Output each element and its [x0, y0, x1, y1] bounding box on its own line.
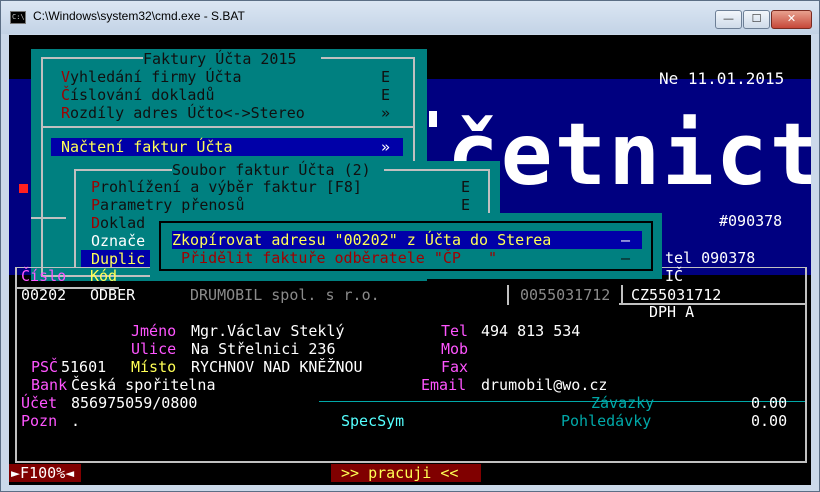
- menu-item-label: Zkopírovat adresu "00202" z Účta do Ster…: [172, 231, 552, 249]
- dic-value[interactable]: CZ55031712: [631, 286, 721, 304]
- hotkey: P: [91, 196, 101, 214]
- menu-item-label: znače: [100, 232, 146, 250]
- hotkey: N: [61, 138, 71, 156]
- menu-item-label: ačtení faktur Účta: [70, 138, 233, 156]
- ucet-label: Účet: [21, 394, 58, 412]
- menu-item-label: rohlížení a výběr faktur [F8]: [100, 178, 362, 196]
- psc-value[interactable]: 51601: [61, 358, 106, 376]
- console-area: Ne 11.01.2015 četnictví #090378 tel 0903…: [9, 35, 811, 485]
- jmeno-label: Jméno: [131, 322, 177, 340]
- menu-item-label: arametry přenosů: [100, 196, 245, 214]
- menu-item-key: E: [461, 196, 471, 214]
- red-marker: [19, 184, 28, 193]
- menu-item-vyhledani[interactable]: V yhledání firmy Účta E: [61, 68, 401, 86]
- hotkey: O: [91, 232, 101, 250]
- cislo-value[interactable]: 00202: [21, 286, 66, 304]
- status-working: >> pracuji <<: [331, 464, 481, 482]
- menu-item-key: –: [621, 231, 631, 249]
- dph-label: DPH A: [649, 303, 695, 321]
- email-label: Email: [421, 376, 467, 394]
- menu-item-key: »: [381, 138, 391, 156]
- window-title: C:\Windows\system32\cmd.exe - S.BAT: [33, 9, 245, 23]
- fax-label: Fax: [441, 358, 469, 376]
- psc-label: PSČ: [31, 358, 59, 376]
- specsym-label: SpecSym: [341, 412, 405, 430]
- zavazky-value: 0.00: [751, 394, 788, 412]
- misto-label: Místo: [131, 358, 177, 376]
- menu-separator: [43, 126, 413, 128]
- zoom-text: ►F100%◄: [11, 464, 75, 482]
- ic-label: IČ: [665, 267, 684, 285]
- hotkey: V: [61, 68, 71, 86]
- menu-item-key: »: [381, 104, 391, 122]
- firma-value[interactable]: DRUMOBIL spol. s r.o.: [190, 286, 380, 304]
- title-bar[interactable]: C:\ C:\Windows\system32\cmd.exe - S.BAT …: [1, 1, 819, 34]
- ulice-label: Ulice: [131, 340, 177, 358]
- menu-item-key: E: [461, 178, 471, 196]
- status-working-text: >> pracuji <<: [341, 464, 459, 482]
- cmd-icon: C:\: [10, 11, 26, 24]
- minimize-button[interactable]: —: [715, 10, 742, 29]
- menu-item-label: íslování dokladů: [70, 86, 215, 104]
- menu-item-parametry[interactable]: P arametry přenosů E: [91, 196, 481, 214]
- menu-item-zkopirovat-selected[interactable]: Zkopírovat adresu "00202" z Účta do Ster…: [172, 231, 642, 249]
- maximize-button[interactable]: ☐: [743, 10, 770, 29]
- ico-value[interactable]: 0055031712: [520, 286, 610, 304]
- ucet-value[interactable]: 856975059/0800: [71, 394, 197, 412]
- date-display: Ne 11.01.2015: [659, 69, 785, 88]
- mob-label: Mob: [441, 340, 469, 358]
- menu-item-pridelit[interactable]: Přidělit faktuře odběratele "ČP " –: [172, 249, 642, 267]
- console-window: C:\ C:\Windows\system32\cmd.exe - S.BAT …: [0, 0, 820, 492]
- kod-label: Kód: [90, 267, 118, 285]
- menu-item-label: ozdíly adres Účto<->Stereo: [70, 104, 305, 122]
- hotkey: Č: [61, 86, 71, 104]
- menu-item-label: oklad: [100, 214, 146, 232]
- menu-item-key: E: [381, 86, 391, 104]
- menu-faktury-title: Faktury Účta 2015: [143, 50, 297, 68]
- logo-text: četnictví: [447, 105, 811, 205]
- pohledavky-value: 0.00: [751, 412, 788, 430]
- kod-value[interactable]: ODBER: [90, 286, 135, 304]
- pohledavky-label: Pohledávky: [561, 412, 652, 430]
- menu-item-label: Přidělit faktuře odběratele "ČP ": [181, 249, 498, 267]
- ulice-value[interactable]: Na Střelnici 236: [191, 340, 336, 358]
- hotkey: D: [91, 250, 101, 268]
- menu-item-label: uplic: [100, 250, 146, 268]
- email-value[interactable]: drumobil@wo.cz: [481, 376, 607, 394]
- menu-action: Zkopírovat adresu "00202" z Účta do Ster…: [150, 213, 662, 279]
- menu-item-cislovani[interactable]: Č íslování dokladů E: [61, 86, 401, 104]
- banner-code: #090378: [719, 212, 783, 230]
- close-button[interactable]: ✕: [771, 10, 812, 29]
- hotkey: R: [61, 104, 71, 122]
- hotkey: P: [91, 178, 101, 196]
- misto-value[interactable]: RYCHNOV NAD KNĚŽNOU: [191, 358, 363, 376]
- tel-value[interactable]: 494 813 534: [481, 322, 580, 340]
- banner-tel: tel 090378: [665, 249, 756, 267]
- menu-item-rozdily[interactable]: R ozdíly adres Účto<->Stereo »: [61, 104, 401, 122]
- menu-soubor-title: Soubor faktur Účta (2): [172, 161, 371, 179]
- bank-label: Bank: [31, 376, 68, 394]
- zavazky-label: Závazky: [591, 394, 655, 412]
- scrollbar[interactable]: [811, 35, 819, 485]
- cislo-label: Číslo: [21, 267, 67, 285]
- menu-item-label: yhledání firmy Účta: [70, 68, 242, 86]
- jmeno-value[interactable]: Mgr.Václav Steklý: [191, 322, 345, 340]
- menu-item-nacteni-selected[interactable]: N ačtení faktur Účta »: [51, 138, 403, 156]
- tel-label: Tel: [441, 322, 469, 340]
- pozn-label: Pozn: [21, 412, 58, 430]
- totals-separator: [319, 401, 805, 402]
- zoom-indicator[interactable]: ►F100%◄: [9, 464, 81, 482]
- menu-item-key: –: [621, 249, 631, 267]
- pozn-value[interactable]: .: [71, 412, 80, 430]
- bank-value[interactable]: Česká spořitelna: [71, 376, 216, 394]
- menu-item-prohlizeni[interactable]: P rohlížení a výběr faktur [F8] E: [91, 178, 481, 196]
- menu-item-key: E: [381, 68, 391, 86]
- logo-pixel: [429, 111, 437, 127]
- hotkey: D: [91, 214, 101, 232]
